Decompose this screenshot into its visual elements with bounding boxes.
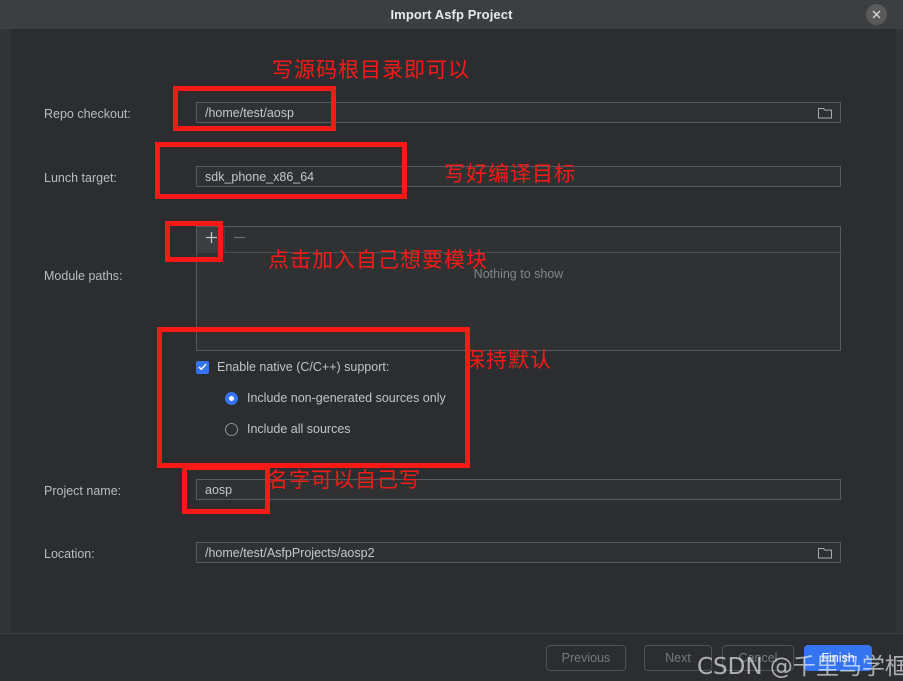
window-title: Import Asfp Project: [390, 7, 513, 22]
cancel-button[interactable]: Cancel: [722, 645, 794, 671]
radio-include-non-generated[interactable]: Include non-generated sources only: [225, 391, 446, 405]
repo-checkout-label: Repo checkout:: [44, 107, 131, 121]
plus-icon: [205, 231, 218, 249]
previous-button[interactable]: Previous: [546, 645, 626, 671]
checkbox-checked-icon: [196, 360, 209, 374]
import-project-dialog: Import Asfp Project Repo checkout: /home…: [0, 0, 903, 681]
project-name-input[interactable]: aosp: [196, 479, 841, 500]
lunch-target-value: sdk_phone_x86_64: [205, 169, 315, 184]
folder-icon[interactable]: [818, 107, 832, 119]
location-label: Location:: [44, 547, 95, 561]
radio-unselected-icon: [225, 422, 238, 436]
remove-module-path-button[interactable]: [225, 227, 253, 253]
module-paths-list[interactable]: Nothing to show: [196, 253, 841, 351]
enable-native-support-label: Enable native (C/C++) support:: [217, 360, 390, 374]
module-paths-label: Module paths:: [44, 269, 123, 283]
add-module-path-button[interactable]: [197, 226, 225, 253]
left-edge-strip: [0, 29, 10, 633]
minus-icon: [233, 231, 246, 249]
right-edge-strip: [896, 29, 903, 633]
title-bar: Import Asfp Project: [0, 0, 903, 29]
lunch-target-input[interactable]: sdk_phone_x86_64: [196, 166, 841, 187]
lunch-target-label: Lunch target:: [44, 171, 117, 185]
dialog-footer: Previous Next Cancel Finish: [0, 633, 903, 681]
close-button[interactable]: [866, 4, 887, 25]
finish-button[interactable]: Finish: [804, 645, 872, 671]
repo-checkout-input[interactable]: /home/test/aosp: [196, 102, 841, 123]
next-button[interactable]: Next: [644, 645, 712, 671]
dialog-body: Repo checkout: /home/test/aosp Lunch tar…: [0, 29, 903, 633]
location-value: /home/test/AsfpProjects/aosp2: [205, 545, 375, 560]
close-icon: [871, 9, 882, 20]
module-paths-empty-text: Nothing to show: [473, 267, 564, 281]
module-paths-toolbar: [196, 226, 841, 253]
folder-icon[interactable]: [818, 547, 832, 559]
radio-include-all-sources-label: Include all sources: [247, 422, 351, 436]
radio-include-all-sources[interactable]: Include all sources: [225, 422, 351, 436]
radio-include-non-generated-label: Include non-generated sources only: [247, 391, 446, 405]
location-input[interactable]: /home/test/AsfpProjects/aosp2: [196, 542, 841, 563]
repo-checkout-value: /home/test/aosp: [205, 105, 294, 120]
enable-native-support-checkbox[interactable]: Enable native (C/C++) support:: [196, 360, 389, 374]
project-name-label: Project name:: [44, 484, 122, 498]
project-name-value: aosp: [205, 482, 233, 497]
radio-selected-icon: [225, 391, 238, 405]
